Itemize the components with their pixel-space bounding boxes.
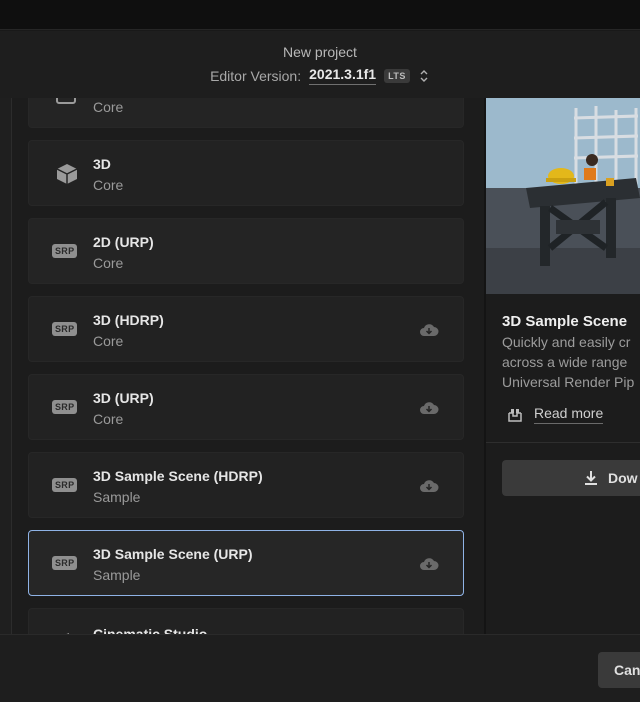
editor-version-select[interactable]: 2021.3.1f1 — [309, 66, 377, 85]
template-name: 2D (URP) — [93, 234, 154, 250]
template-card-3d-sample-urp[interactable]: SRP 3D Sample Scene (URP) Sample — [28, 530, 464, 596]
template-category: Sample — [93, 567, 141, 583]
template-category: Sample — [93, 489, 141, 505]
template-name: 3D (URP) — [93, 390, 154, 406]
template-card-3d-hdrp[interactable]: SRP 3D (HDRP) Core — [28, 296, 464, 362]
template-category: Core — [93, 177, 124, 193]
description-line: across a wide range — [502, 354, 628, 370]
cloud-download-icon — [420, 402, 439, 414]
cloud-download-icon — [420, 324, 439, 336]
template-name: 3D Sample Scene (HDRP) — [93, 468, 263, 484]
template-detail-title: 3D Sample Scene — [502, 313, 628, 330]
cancel-button[interactable]: Can — [598, 652, 640, 688]
sprite-icon — [56, 98, 76, 104]
template-card-2d-urp[interactable]: SRP 2D (URP) Core — [28, 218, 464, 284]
template-preview-image — [486, 98, 640, 294]
template-card-cinematic-studio[interactable]: Cinematic Studio — [28, 608, 464, 634]
template-name: 3D Sample Scene (URP) — [93, 546, 253, 562]
download-button-label: Dow — [608, 470, 638, 486]
template-category: Core — [93, 333, 124, 349]
cloud-download-icon — [420, 558, 439, 570]
chevron-up-down-icon[interactable] — [418, 69, 430, 83]
window-top-bar — [0, 0, 640, 30]
dialog-footer: Can — [0, 634, 640, 702]
template-name: 3D — [93, 156, 111, 172]
template-card-3d-urp[interactable]: SRP 3D (URP) Core — [28, 374, 464, 440]
download-icon — [585, 471, 597, 485]
book-icon — [508, 408, 522, 422]
template-category: Core — [93, 411, 124, 427]
description-line: Universal Render Pip — [502, 374, 635, 390]
template-name: 3D (HDRP) — [93, 312, 164, 328]
srp-icon: SRP — [52, 322, 78, 336]
srp-icon: SRP — [52, 478, 78, 492]
template-category: Core — [93, 255, 124, 271]
template-details-panel: 3D Sample Scene Quickly and easily cr ac… — [486, 98, 640, 634]
srp-icon: SRP — [52, 400, 78, 414]
template-name: Cinematic Studio — [93, 626, 208, 634]
dialog-header: New project Editor Version: 2021.3.1f1 L… — [0, 31, 640, 98]
cloud-download-icon — [420, 480, 439, 492]
description-line: Quickly and easily cr — [502, 334, 631, 350]
editor-version-row: Editor Version: 2021.3.1f1 LTS — [0, 66, 640, 85]
template-category: Core — [93, 99, 124, 115]
template-detail-description: Quickly and easily cr across a wide rang… — [502, 332, 640, 392]
template-list: Core 3D Core SRP 2D (URP) Core SRP 3D (H… — [12, 98, 484, 634]
read-more-link[interactable]: Read more — [508, 405, 604, 424]
dialog-title: New project — [283, 44, 357, 60]
left-sidebar-edge — [0, 98, 12, 634]
template-card-partial-top[interactable]: Core — [28, 98, 464, 128]
editor-version-label: Editor Version: — [210, 67, 302, 84]
srp-icon: SRP — [52, 244, 78, 258]
cube-icon — [56, 164, 78, 184]
srp-icon: SRP — [52, 556, 78, 570]
details-separator — [486, 442, 640, 443]
download-template-button[interactable]: Dow — [502, 460, 640, 496]
template-card-3d[interactable]: 3D Core — [28, 140, 464, 206]
read-more-label: Read more — [534, 405, 604, 424]
lts-badge: LTS — [384, 68, 410, 83]
template-card-3d-sample-hdrp[interactable]: SRP 3D Sample Scene (HDRP) Sample — [28, 452, 464, 518]
